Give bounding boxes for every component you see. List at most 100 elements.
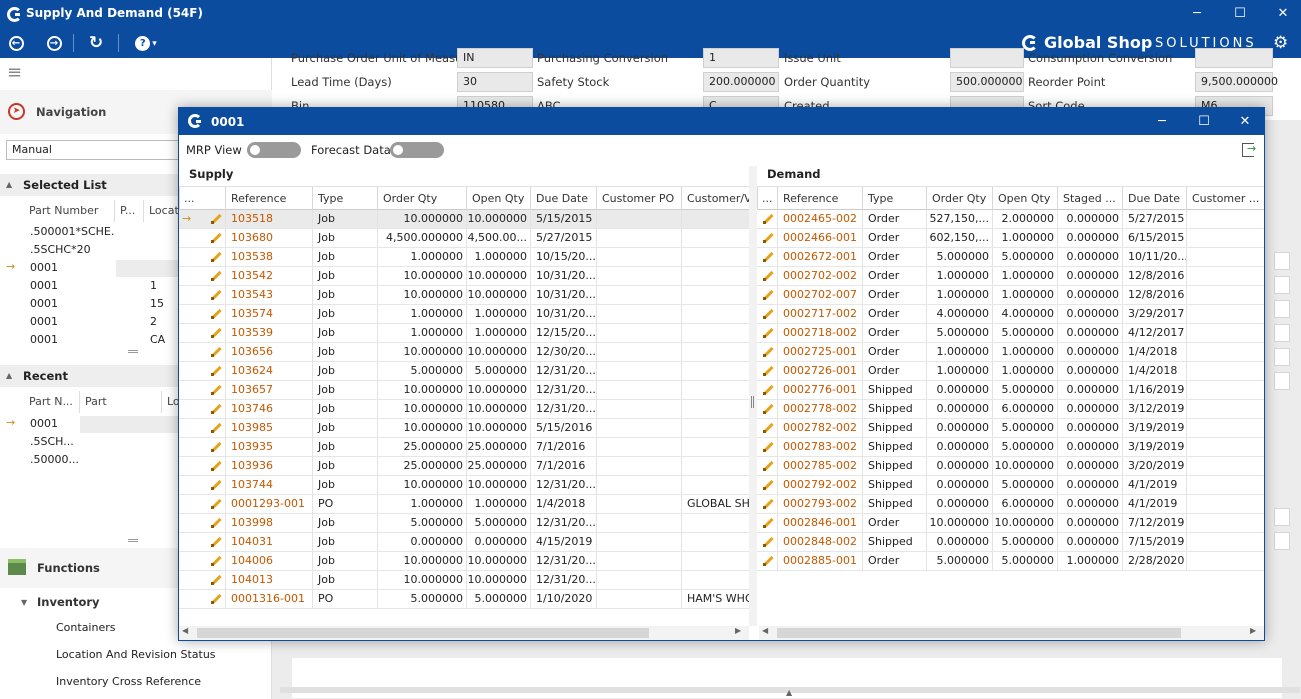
pencil-edit-icon[interactable] xyxy=(763,251,774,262)
pencil-edit-icon[interactable] xyxy=(763,422,774,433)
table-row[interactable]: 103539 Job 1.000000 1.000000 12/15/20... xyxy=(179,324,749,343)
table-row[interactable]: 103574 Job 1.000000 1.000000 10/31/20... xyxy=(179,305,749,324)
pencil-edit-icon[interactable] xyxy=(211,270,222,281)
reference-cell[interactable]: 0002726-001 xyxy=(777,362,862,380)
part-number-cell[interactable]: .500001*SCHE... xyxy=(30,223,115,241)
mode-select[interactable]: Manual xyxy=(6,140,186,160)
minimize-button[interactable]: ─ xyxy=(1180,0,1214,28)
reference-cell[interactable]: 103935 xyxy=(225,438,312,456)
table-row[interactable]: 0002778-002 Shipped 0.000000 6.000000 0.0000… xyxy=(757,400,1264,419)
pencil-edit-icon[interactable] xyxy=(763,441,774,452)
reference-cell[interactable]: 0002717-002 xyxy=(777,305,862,323)
pencil-edit-icon[interactable] xyxy=(211,289,222,300)
dialog-maximize-button[interactable]: ☐ xyxy=(1187,108,1221,135)
scroll-left-icon[interactable]: ◀ xyxy=(182,626,188,635)
row-edit-cell[interactable] xyxy=(757,381,777,399)
nav-item-containers[interactable]: Containers xyxy=(56,621,116,634)
reference-cell[interactable]: 0002702-002 xyxy=(777,267,862,285)
table-row[interactable]: 0002725-001 Order 1.000000 1.000000 0.000000… xyxy=(757,343,1264,362)
close-button[interactable]: ✕ xyxy=(1266,0,1300,28)
reference-cell[interactable]: 103985 xyxy=(225,419,312,437)
table-row[interactable]: 103936 Job 25.000000 25.000000 7/1/2016 xyxy=(179,457,749,476)
help-menu-button[interactable]: ? ▾ xyxy=(132,33,160,53)
form-field[interactable]: 9,500.000000 xyxy=(1195,72,1278,92)
pencil-edit-icon[interactable] xyxy=(211,251,222,262)
column-header[interactable]: Customer/Ve xyxy=(681,187,749,210)
row-edit-cell[interactable] xyxy=(757,438,777,456)
row-edit-cell[interactable] xyxy=(179,362,225,380)
reference-cell[interactable]: 103538 xyxy=(225,248,312,266)
row-edit-cell[interactable] xyxy=(757,400,777,418)
table-row[interactable]: 0002846-001 Order 10.000000 10.000000 0.0000… xyxy=(757,514,1264,533)
form-field[interactable]: IN xyxy=(457,48,533,68)
pencil-edit-icon[interactable] xyxy=(211,232,222,243)
row-edit-cell[interactable] xyxy=(757,457,777,475)
column-header[interactable]: Type xyxy=(312,187,377,210)
forecast-data-toggle[interactable] xyxy=(390,142,444,158)
row-edit-cell[interactable] xyxy=(757,362,777,380)
pencil-edit-icon[interactable] xyxy=(211,517,222,528)
reference-cell[interactable]: 0002885-001 xyxy=(777,552,862,570)
reference-cell[interactable]: 0002792-002 xyxy=(777,476,862,494)
row-edit-cell[interactable] xyxy=(757,229,777,247)
table-row[interactable]: 103624 Job 5.000000 5.000000 12/31/20... xyxy=(179,362,749,381)
part-number-cell[interactable]: .5SCHC*20 xyxy=(30,241,115,259)
row-edit-cell[interactable] xyxy=(179,419,225,437)
table-row[interactable]: 103985 Job 10.000000 10.000000 5/15/2016 xyxy=(179,419,749,438)
pencil-edit-icon[interactable] xyxy=(763,517,774,528)
supply-horizontal-scrollbar[interactable]: ◀ ▶ xyxy=(179,626,749,640)
row-edit-cell[interactable] xyxy=(757,552,777,570)
table-row[interactable]: 103538 Job 1.000000 1.000000 10/15/20... xyxy=(179,248,749,267)
scroll-right-icon[interactable]: ▶ xyxy=(735,626,741,635)
table-row[interactable]: 0002776-001 Shipped 0.000000 5.000000 0.0000… xyxy=(757,381,1264,400)
column-header[interactable]: Customer PO xyxy=(596,187,681,210)
pencil-edit-icon[interactable] xyxy=(763,479,774,490)
row-edit-cell[interactable] xyxy=(179,571,225,589)
reference-cell[interactable]: 0001316-001 xyxy=(225,590,312,608)
pencil-edit-icon[interactable] xyxy=(763,498,774,509)
scroll-left-icon[interactable]: ◀ xyxy=(762,626,768,635)
table-row[interactable]: 0002726-001 Order 1.000000 1.000000 0.000000… xyxy=(757,362,1264,381)
reference-cell[interactable]: 103744 xyxy=(225,476,312,494)
row-edit-cell[interactable] xyxy=(757,533,777,551)
pencil-edit-icon[interactable] xyxy=(211,555,222,566)
refresh-button[interactable]: ↻ xyxy=(86,33,106,53)
column-header[interactable]: Open Qty xyxy=(992,187,1057,210)
nav-item-location-revision[interactable]: Location And Revision Status xyxy=(56,648,216,661)
pencil-edit-icon[interactable] xyxy=(763,346,774,357)
row-edit-cell[interactable] xyxy=(179,400,225,418)
row-edit-cell[interactable] xyxy=(179,514,225,532)
reference-cell[interactable]: 0002778-002 xyxy=(777,400,862,418)
pencil-edit-icon[interactable] xyxy=(211,403,222,414)
pencil-edit-icon[interactable] xyxy=(763,289,774,300)
recent-part-cell[interactable]: .5SCH... xyxy=(30,433,78,451)
pencil-edit-icon[interactable] xyxy=(211,479,222,490)
column-header[interactable]: Open Qty xyxy=(466,187,530,210)
row-edit-cell[interactable] xyxy=(179,343,225,361)
pencil-edit-icon[interactable] xyxy=(763,555,774,566)
pencil-edit-icon[interactable] xyxy=(763,327,774,338)
pencil-edit-icon[interactable] xyxy=(211,384,222,395)
row-edit-cell[interactable] xyxy=(179,533,225,551)
table-row[interactable]: 0002793-002 Shipped 0.000000 6.000000 0.0000… xyxy=(757,495,1264,514)
table-row[interactable]: 0002792-002 Shipped 0.000000 5.000000 0.0000… xyxy=(757,476,1264,495)
row-edit-cell[interactable] xyxy=(179,381,225,399)
row-edit-cell[interactable] xyxy=(757,514,777,532)
row-edit-cell[interactable] xyxy=(757,267,777,285)
splitter-handle-icon[interactable] xyxy=(128,350,138,353)
row-edit-cell[interactable] xyxy=(179,590,225,608)
reference-cell[interactable]: 104006 xyxy=(225,552,312,570)
table-row[interactable]: 0001316-001 PO 5.000000 5.000000 1/10/2020 HA… xyxy=(179,590,749,609)
reference-cell[interactable]: 0002718-002 xyxy=(777,324,862,342)
row-edit-cell[interactable] xyxy=(757,343,777,361)
table-row[interactable]: 0002702-007 Order 1.000000 1.000000 0.000000… xyxy=(757,286,1264,305)
reference-cell[interactable]: 103624 xyxy=(225,362,312,380)
form-field[interactable] xyxy=(950,48,1024,68)
reference-cell[interactable]: 103680 xyxy=(225,229,312,247)
reference-cell[interactable]: 103998 xyxy=(225,514,312,532)
column-header[interactable]: ... xyxy=(757,187,777,210)
p-cell[interactable]: 2 xyxy=(150,313,180,331)
recent-part-cell[interactable]: .50000... xyxy=(30,451,78,469)
part-number-cell[interactable]: 0001 xyxy=(30,331,115,349)
column-header[interactable]: Due Date xyxy=(530,187,596,210)
